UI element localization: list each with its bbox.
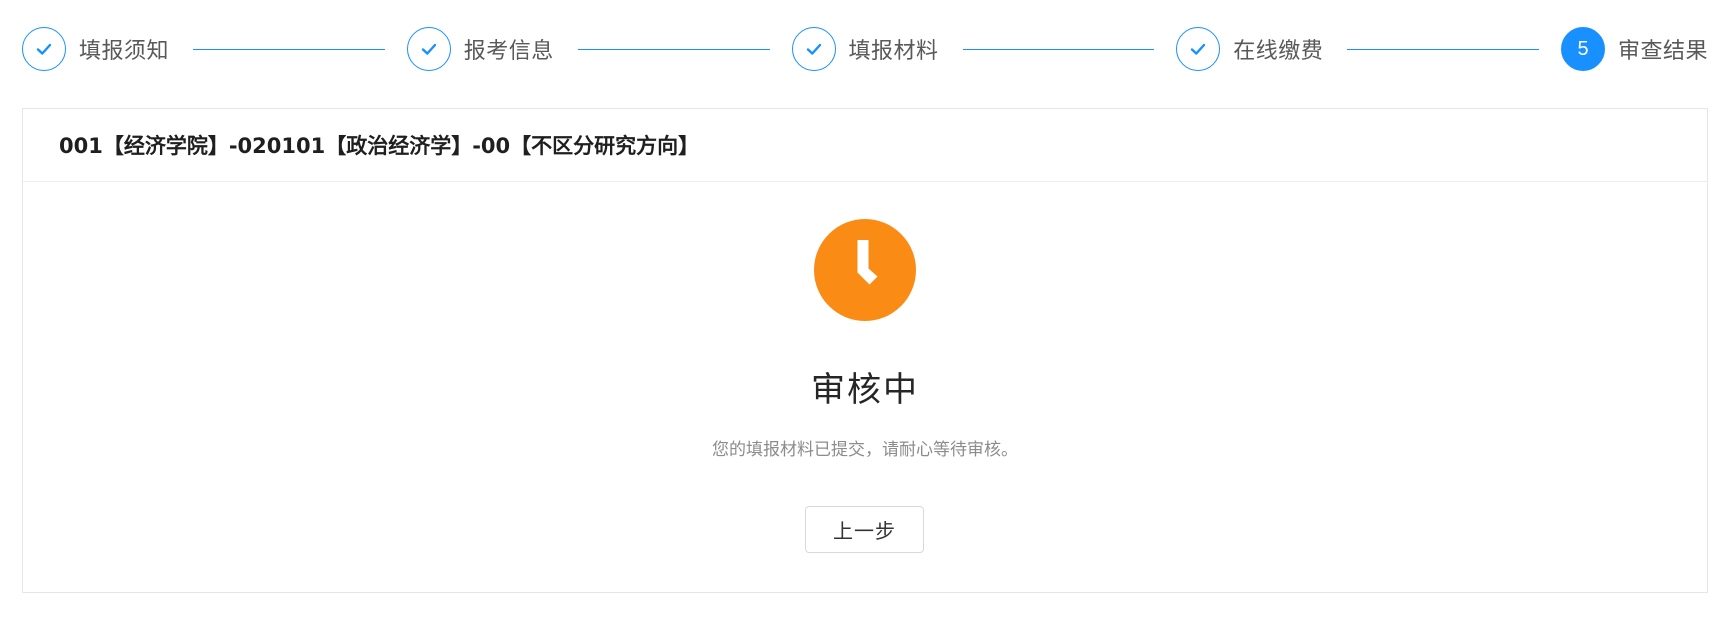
- step-number: 5: [1561, 27, 1605, 71]
- step-connector: [193, 48, 385, 50]
- steps-bar: 填报须知 报考信息 填报材料 在线缴费 5 审查结果: [22, 26, 1708, 72]
- result-card: 001【经济学院】-020101【政治经济学】-00【不区分研究方向】 审核中 …: [22, 108, 1708, 593]
- check-icon: [36, 43, 52, 55]
- step-materials[interactable]: 填报材料: [791, 27, 1177, 71]
- step-online-payment[interactable]: 在线缴费: [1176, 27, 1561, 71]
- step-label: 在线缴费: [1233, 39, 1324, 64]
- result-subtitle: 您的填报材料已提交，请耐心等待审核。: [712, 440, 1018, 460]
- check-icon: [1191, 43, 1206, 55]
- step-label: 填报须知: [79, 39, 170, 64]
- clock-icon: [814, 219, 916, 321]
- clock-hands: [857, 240, 878, 285]
- step-circle: [791, 27, 836, 71]
- program-title: 001【经济学院】-020101【政治经济学】-00【不区分研究方向】: [23, 109, 1707, 182]
- step-label: 填报材料: [848, 39, 939, 64]
- step-connector: [1347, 48, 1539, 50]
- result-title: 审核中: [811, 370, 919, 410]
- result-body: 审核中 您的填报材料已提交，请耐心等待审核。 上一步: [23, 182, 1707, 592]
- step-connector: [962, 48, 1155, 50]
- check-icon: [806, 43, 821, 55]
- step-review-result[interactable]: 5 审查结果: [1561, 27, 1708, 71]
- step-label: 报考信息: [463, 39, 554, 64]
- step-application-info[interactable]: 报考信息: [406, 27, 792, 71]
- step-fill-notice[interactable]: 填报须知: [22, 27, 407, 71]
- step-circle: [22, 27, 66, 71]
- step-circle: [1176, 27, 1221, 71]
- previous-step-button[interactable]: 上一步: [805, 506, 924, 553]
- check-icon: [421, 43, 436, 55]
- step-circle: [406, 27, 451, 71]
- step-connector: [577, 48, 770, 50]
- step-label: 审查结果: [1618, 39, 1709, 64]
